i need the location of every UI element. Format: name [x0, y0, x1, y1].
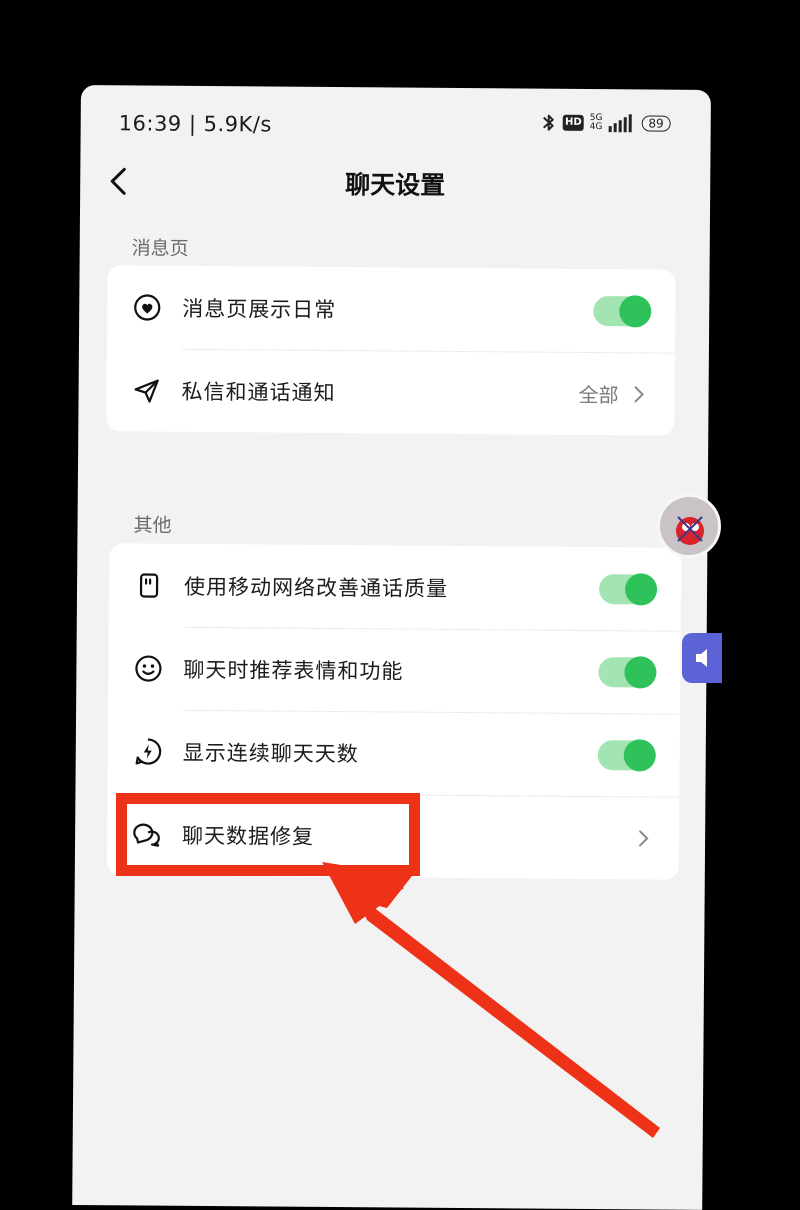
- row-label-show-daily: 消息页展示日常: [182, 296, 337, 322]
- signal-icon: [608, 114, 632, 133]
- row-show-daily: 消息页展示日常: [107, 265, 676, 352]
- row-label-recommend-emoji: 聊天时推荐表情和功能: [183, 657, 404, 684]
- bluetooth-icon: [543, 114, 555, 131]
- floating-side-tab[interactable]: [682, 633, 722, 683]
- phone-screen: 16:39 | 5.9K/s HD 5G 4G 89 聊天设置 消息页 消息页展…: [72, 85, 711, 1210]
- chevron-right-icon: [639, 829, 649, 846]
- heart-circle-icon: [134, 293, 161, 321]
- row-label-streak-days: 显示连续聊天天数: [182, 740, 359, 766]
- row-recommend-emoji: 聊天时推荐表情和功能: [108, 626, 681, 713]
- battery-icon: 89: [641, 115, 671, 132]
- card-other: 使用移动网络改善通话质量 聊天时推荐表情和功能 显示连续聊天天数 聊天数据修复: [106, 543, 682, 880]
- hd-badge: HD: [562, 114, 584, 131]
- row-dm-call-notify[interactable]: 私信和通话通知 全部: [106, 348, 675, 435]
- section-label-other: 其他: [133, 514, 172, 537]
- page-title: 聊天设置: [345, 170, 446, 200]
- network-type: 5G 4G: [589, 113, 603, 133]
- avatar-image: [660, 497, 718, 555]
- speaker-icon: [696, 649, 707, 667]
- toggle-streak-days[interactable]: [597, 738, 656, 772]
- lightning-circle-icon: [135, 737, 162, 765]
- smiley-icon: [135, 654, 162, 682]
- floating-avatar[interactable]: [657, 494, 721, 558]
- row-mobile-call-quality: 使用移动网络改善通话质量: [109, 543, 682, 630]
- section-label-message-page: 消息页: [131, 237, 189, 260]
- row-streak-days: 显示连续聊天天数: [107, 709, 680, 796]
- row-label-mobile-call-quality: 使用移动网络改善通话质量: [183, 574, 449, 601]
- card-message-page: 消息页展示日常 私信和通话通知 全部: [106, 265, 676, 436]
- toggle-mobile-call-quality[interactable]: [598, 572, 658, 606]
- sim-card-icon: [139, 572, 159, 598]
- row-chat-data-repair[interactable]: 聊天数据修复: [107, 792, 680, 879]
- toggle-show-daily[interactable]: [593, 294, 652, 327]
- row-label-dm-call-notify: 私信和通话通知: [181, 379, 336, 405]
- status-bar: 16:39 | 5.9K/s HD 5G 4G 89: [80, 85, 711, 160]
- send-icon: [134, 379, 159, 403]
- network-sub-label: 4G: [589, 121, 603, 133]
- status-icons: HD 5G 4G 89: [541, 111, 671, 136]
- row-label-chat-data-repair: 聊天数据修复: [182, 823, 315, 849]
- chevron-right-icon: [634, 385, 645, 402]
- header: 聊天设置: [80, 155, 710, 220]
- toggle-recommend-emoji[interactable]: [598, 655, 657, 689]
- row-value-all: 全部: [578, 382, 619, 408]
- status-time: 16:39 | 5.9K/s: [118, 111, 272, 137]
- chat-bubbles-icon: [133, 823, 160, 847]
